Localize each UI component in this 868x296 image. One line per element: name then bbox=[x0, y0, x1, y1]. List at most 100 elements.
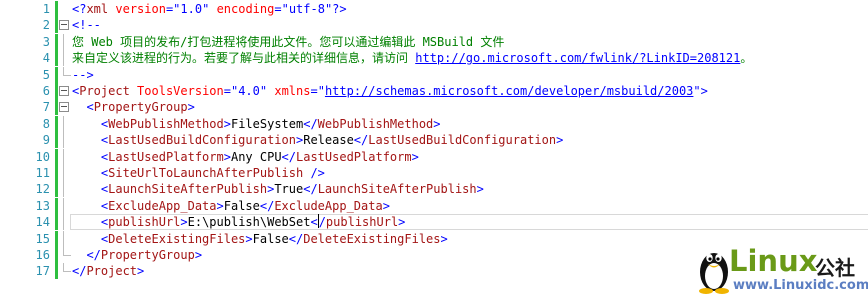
xml-punct: /> bbox=[310, 166, 325, 180]
xml-attr-name: ToolsVersion bbox=[137, 84, 224, 98]
xml-element-name: DeleteExistingFiles bbox=[108, 231, 246, 246]
xml-element-name: WebPublishMethod bbox=[317, 116, 434, 131]
xml-punct: > bbox=[180, 215, 188, 230]
code-text[interactable]: <!-- bbox=[72, 17, 101, 33]
line-number: 4 bbox=[42, 51, 50, 66]
code-text[interactable]: --> bbox=[72, 67, 94, 83]
xml-punct: =" bbox=[223, 84, 239, 98]
code-text[interactable]: <Project ToolsVersion="4.0" xmlns="http:… bbox=[72, 83, 708, 99]
code-line[interactable]: 13 <ExcludeApp_Data>False</ExcludeApp_Da… bbox=[0, 197, 868, 214]
change-marker bbox=[55, 132, 58, 149]
line-number: 6 bbox=[42, 84, 50, 98]
fold-guide-end bbox=[63, 66, 71, 76]
xml-element-name: LastUsedBuildConfiguration bbox=[108, 133, 296, 148]
xml-punct: --> bbox=[72, 67, 94, 82]
xml-element-name: ExcludeApp_Data bbox=[108, 198, 217, 213]
xml-attr-value: utf-8 bbox=[288, 2, 325, 16]
xml-attr-name: version bbox=[115, 2, 166, 16]
code-line[interactable]: 1 <?xml version="1.0" encoding="utf-8"?> bbox=[0, 1, 868, 17]
code-text[interactable]: </Project> bbox=[72, 263, 144, 279]
hyperlink[interactable]: http://go.microsoft.com/fwlink/?LinkID=2… bbox=[415, 51, 740, 65]
line-number: 10 bbox=[35, 149, 50, 164]
xml-punct: </ bbox=[303, 116, 318, 131]
code-text[interactable]: <WebPublishMethod>FileSystem</WebPublish… bbox=[72, 116, 441, 132]
change-marker bbox=[55, 66, 58, 83]
fold-guide-end bbox=[63, 247, 71, 256]
code-line[interactable]: 2 <!-- bbox=[0, 17, 868, 34]
code-text[interactable]: <DeleteExistingFiles>False</DeleteExisti… bbox=[72, 231, 448, 247]
line-number: 13 bbox=[35, 198, 50, 213]
change-marker bbox=[55, 50, 58, 67]
xml-punct: > bbox=[194, 248, 203, 262]
xml-punct: </ bbox=[259, 198, 275, 213]
change-marker bbox=[55, 230, 58, 247]
change-marker bbox=[55, 165, 58, 181]
xml-punct: > bbox=[411, 149, 419, 164]
fold-guide bbox=[63, 214, 64, 231]
xml-attr-value: 4.0 bbox=[238, 84, 260, 98]
fold-guide bbox=[63, 230, 64, 247]
xml-text bbox=[72, 133, 101, 147]
xml-text: Any CPU bbox=[230, 149, 282, 164]
change-marker bbox=[55, 1, 58, 17]
code-line[interactable]: 5 --> bbox=[0, 66, 868, 83]
xml-element-name: WebPublishMethod bbox=[108, 116, 224, 131]
code-text[interactable]: <?xml version="1.0" encoding="utf-8"?> bbox=[72, 1, 347, 17]
fold-guide bbox=[63, 197, 64, 214]
code-text[interactable]: <LastUsedPlatform>Any CPU</LastUsedPlatf… bbox=[72, 149, 419, 165]
code-text[interactable]: <SiteUrlToLaunchAfterPublish /> bbox=[72, 165, 325, 181]
code-text[interactable]: <publishUrl>E:\publish\WebSet</publishUr… bbox=[72, 214, 405, 230]
code-text[interactable]: <LastUsedBuildConfiguration>Release</Las… bbox=[72, 132, 563, 148]
xml-punct: > bbox=[223, 149, 231, 164]
xml-element-name: LaunchSiteAfterPublish bbox=[108, 182, 268, 197]
code-text[interactable]: <ExcludeApp_Data>False</ExcludeApp_Data> bbox=[72, 198, 390, 214]
fold-guide-end bbox=[63, 263, 71, 273]
code-line[interactable]: 10 <LastUsedPlatform>Any CPU</LastUsedPl… bbox=[0, 148, 868, 165]
xml-punct: > bbox=[223, 116, 231, 131]
collapse-toggle-icon[interactable] bbox=[59, 20, 69, 31]
change-marker bbox=[55, 99, 58, 116]
xml-text bbox=[72, 166, 101, 180]
code-text[interactable]: </PropertyGroup> bbox=[72, 247, 202, 263]
xml-text bbox=[72, 199, 101, 213]
line-number: 7 bbox=[42, 100, 50, 115]
xml-text bbox=[72, 182, 101, 196]
code-line[interactable]: 12 <LaunchSiteAfterPublish>True</LaunchS… bbox=[0, 181, 868, 198]
xml-punct: "?> bbox=[324, 2, 347, 16]
xml-punct: > bbox=[216, 198, 224, 213]
line-number: 3 bbox=[42, 34, 50, 49]
code-line[interactable]: 9 <LastUsedBuildConfiguration>Release</L… bbox=[0, 132, 868, 149]
code-line[interactable]: 6 <Project ToolsVersion="4.0" xmlns="http… bbox=[0, 83, 868, 99]
code-line[interactable]: 3 您 Web 项目的发布/打包进程将使用此文件。您可以通过编辑此 MSBuild… bbox=[0, 33, 868, 50]
xml-punct: > bbox=[440, 231, 448, 246]
code-text[interactable]: <PropertyGroup> bbox=[72, 99, 194, 115]
xml-text: False bbox=[223, 198, 260, 213]
code-text[interactable]: 您 Web 项目的发布/打包进程将使用此文件。您可以通过编辑此 MSBuild … bbox=[72, 34, 504, 50]
line-number: 5 bbox=[42, 67, 50, 82]
xml-element-name: DeleteExistingFiles bbox=[303, 231, 441, 246]
logo-url: www.Linuxidc.com bbox=[733, 278, 868, 293]
xml-text bbox=[72, 150, 101, 164]
xml-text: Release bbox=[303, 133, 354, 148]
collapse-toggle-icon[interactable] bbox=[59, 86, 69, 96]
xml-comment-text: 您 Web 项目的发布/打包进程将使用此文件。您可以通过编辑此 MSBuild … bbox=[72, 34, 505, 49]
hyperlink[interactable]: http://schemas.microsoft.com/developer/m… bbox=[325, 84, 693, 98]
xml-element-name: SiteUrlToLaunchAfterPublish bbox=[108, 166, 304, 180]
code-line[interactable]: 14 <publishUrl>E:\publish\WebSet</publis… bbox=[0, 214, 868, 231]
change-marker bbox=[55, 197, 58, 214]
xml-punct: </ bbox=[86, 248, 101, 262]
collapse-toggle-icon[interactable] bbox=[59, 102, 69, 113]
code-line[interactable]: 7 <PropertyGroup> bbox=[0, 99, 868, 116]
xml-punct: <!-- bbox=[72, 18, 101, 33]
code-text[interactable]: 来自定义该进程的行为。若要了解与此相关的详细信息，请访问 http://go.m… bbox=[72, 50, 752, 66]
code-text[interactable]: <LaunchSiteAfterPublish>True</LaunchSite… bbox=[72, 181, 484, 197]
xml-punct: > bbox=[137, 264, 145, 279]
code-line[interactable]: 8 <WebPublishMethod>FileSystem</WebPubli… bbox=[0, 115, 868, 132]
code-line[interactable]: 4 来自定义该进程的行为。若要了解与此相关的详细信息，请访问 http://go.… bbox=[0, 50, 868, 67]
change-marker bbox=[55, 247, 58, 263]
xml-element-name: LastUsedPlatform bbox=[296, 149, 412, 164]
xml-element-name: PropertyGroup bbox=[100, 248, 195, 262]
code-line[interactable]: 11 <SiteUrlToLaunchAfterPublish /> bbox=[0, 165, 868, 181]
xml-punct: <? bbox=[72, 2, 87, 16]
xml-element-name: ExcludeApp_Data bbox=[274, 198, 383, 213]
